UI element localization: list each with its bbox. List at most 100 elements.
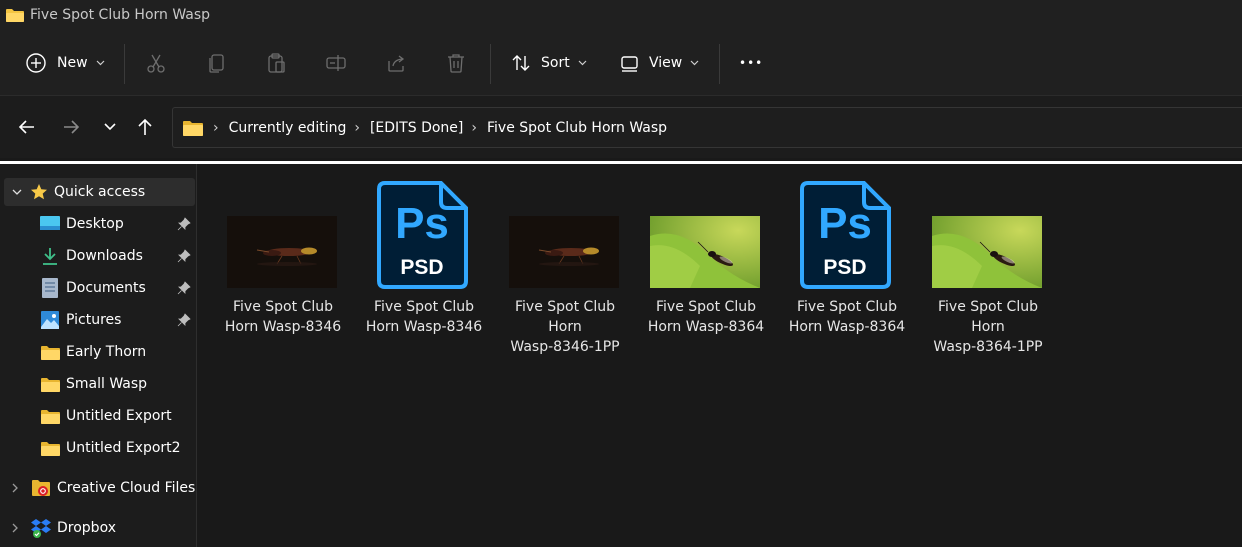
pin-icon bbox=[177, 217, 191, 231]
share-button[interactable] bbox=[385, 45, 407, 81]
clipboard-icon bbox=[268, 53, 285, 73]
toolbar-separator bbox=[719, 44, 720, 84]
document-icon bbox=[42, 278, 58, 298]
file-item[interactable]: Five Spot Club Horn Wasp-8364-1PP bbox=[926, 180, 1050, 360]
photo-thumbnail bbox=[932, 216, 1042, 288]
copy-button[interactable] bbox=[205, 45, 227, 81]
photoshop-icon: Ps PSD bbox=[800, 181, 891, 289]
photo-thumbnail bbox=[509, 216, 619, 288]
breadcrumb-chevron-icon: › bbox=[213, 119, 219, 136]
sidebar-item-small-wasp[interactable]: Small Wasp bbox=[0, 370, 197, 398]
sort-label: Sort bbox=[541, 55, 570, 71]
file-name: Five Spot Club bbox=[515, 299, 615, 315]
view-icon bbox=[621, 56, 638, 72]
file-item[interactable]: Five Spot Club Horn Wasp-8346 bbox=[221, 180, 345, 340]
sidebar-item-desktop[interactable]: Desktop bbox=[0, 210, 197, 238]
view-button[interactable]: View bbox=[619, 45, 699, 81]
breadcrumb-item[interactable]: Currently editing bbox=[229, 120, 347, 136]
sidebar-item-quick-access[interactable]: Quick access bbox=[4, 178, 195, 206]
toolbar-separator bbox=[124, 44, 125, 84]
rename-icon bbox=[326, 55, 346, 71]
sidebar-item-dropbox[interactable]: Dropbox bbox=[0, 514, 197, 542]
file-item[interactable]: Five Spot Club Horn Wasp-8364 bbox=[644, 180, 768, 340]
file-name: Five Spot Club bbox=[938, 299, 1038, 315]
file-view: Five Spot Club Horn Wasp-8346 Ps PSD Fiv… bbox=[198, 164, 1242, 547]
back-button[interactable] bbox=[13, 113, 41, 141]
cut-button[interactable] bbox=[145, 45, 167, 81]
photoshop-icon: Ps PSD bbox=[377, 181, 468, 289]
file-item[interactable]: Ps PSD Five Spot Club Horn Wasp-8346 bbox=[362, 180, 486, 340]
folder-icon bbox=[41, 377, 60, 392]
file-name: Horn Wasp-8346 bbox=[224, 319, 342, 335]
share-icon bbox=[388, 55, 405, 72]
pictures-icon bbox=[41, 311, 59, 329]
paste-button[interactable] bbox=[265, 45, 287, 81]
file-name: Horn Wasp-8346 bbox=[365, 319, 483, 335]
pin-icon bbox=[177, 281, 191, 295]
photo-thumbnail bbox=[650, 216, 760, 288]
ps-text: Ps bbox=[818, 199, 872, 248]
breadcrumb-chevron-icon: › bbox=[354, 119, 360, 136]
delete-button[interactable] bbox=[445, 45, 467, 81]
breadcrumb-item[interactable]: Five Spot Club Horn Wasp bbox=[487, 120, 667, 136]
file-item[interactable]: Five Spot Club Horn Wasp-8346-1PP bbox=[503, 180, 627, 360]
copy-icon bbox=[209, 54, 224, 73]
psd-badge: PSD bbox=[823, 256, 866, 279]
file-name: Horn bbox=[548, 319, 582, 335]
sort-icon bbox=[512, 55, 530, 71]
forward-button[interactable] bbox=[57, 113, 85, 141]
sidebar-item-untitled-export2[interactable]: Untitled Export2 bbox=[0, 434, 197, 462]
desktop-icon bbox=[40, 216, 60, 230]
chevron-right-icon bbox=[12, 483, 18, 493]
sidebar-item-creative-cloud-files[interactable]: Creative Cloud Files bbox=[0, 474, 197, 502]
arrow-up-icon bbox=[138, 118, 152, 135]
chevron-down-icon bbox=[12, 189, 22, 195]
title-bar: Five Spot Club Horn Wasp bbox=[0, 0, 1242, 30]
sort-button[interactable]: Sort bbox=[510, 45, 587, 81]
file-item[interactable]: Ps PSD Five Spot Club Horn Wasp-8364 bbox=[785, 180, 909, 340]
file-name: Five Spot Club bbox=[797, 299, 897, 315]
sidebar-item-documents[interactable]: Documents bbox=[0, 274, 197, 302]
pin-icon bbox=[177, 249, 191, 263]
more-icon: ••• bbox=[739, 56, 764, 70]
sidebar-item-pictures[interactable]: Pictures bbox=[0, 306, 197, 334]
more-options-button[interactable]: ••• bbox=[739, 45, 763, 81]
window-title: Five Spot Club Horn Wasp bbox=[30, 7, 211, 23]
file-name: Wasp-8364-1PP bbox=[933, 339, 1043, 355]
folder-icon bbox=[41, 441, 60, 456]
download-icon bbox=[43, 248, 57, 265]
sidebar-item-untitled-export[interactable]: Untitled Export bbox=[0, 402, 197, 430]
plus-circle-icon bbox=[26, 53, 46, 73]
file-name: Five Spot Club bbox=[233, 299, 333, 315]
chevron-down-icon bbox=[104, 123, 116, 131]
folder-icon bbox=[183, 120, 203, 136]
photo-thumbnail bbox=[227, 216, 337, 288]
arrow-right-icon bbox=[64, 120, 80, 134]
folder-icon bbox=[41, 409, 60, 424]
ps-text: Ps bbox=[395, 199, 449, 248]
sidebar-item-downloads[interactable]: Downloads bbox=[0, 242, 197, 270]
sidebar-item-early-thorn[interactable]: Early Thorn bbox=[0, 338, 197, 366]
trash-icon bbox=[448, 54, 464, 73]
rename-button[interactable] bbox=[325, 45, 347, 81]
chevron-down-icon bbox=[690, 60, 699, 66]
navigation-bar: › Currently editing › [EDITS Done] › Fiv… bbox=[0, 96, 1242, 158]
view-label: View bbox=[649, 55, 683, 71]
breadcrumb-chevron-icon: › bbox=[471, 119, 477, 136]
chevron-down-icon bbox=[96, 60, 104, 66]
chevron-right-icon bbox=[12, 523, 18, 533]
recent-locations-button[interactable] bbox=[96, 113, 124, 141]
up-button[interactable] bbox=[131, 113, 159, 141]
address-bar[interactable]: › Currently editing › [EDITS Done] › Fiv… bbox=[172, 107, 1242, 148]
new-button[interactable]: New bbox=[25, 45, 105, 81]
psd-badge: PSD bbox=[400, 256, 443, 279]
breadcrumb-item[interactable]: [EDITS Done] bbox=[370, 120, 463, 136]
folder-icon bbox=[6, 9, 24, 22]
file-name: Five Spot Club bbox=[374, 299, 474, 315]
arrow-left-icon bbox=[18, 120, 34, 134]
file-name: Horn Wasp-8364 bbox=[788, 319, 906, 335]
file-name: Wasp-8346-1PP bbox=[510, 339, 620, 355]
new-label: New bbox=[57, 55, 88, 71]
star-icon bbox=[31, 184, 47, 200]
file-name: Five Spot Club bbox=[656, 299, 756, 315]
